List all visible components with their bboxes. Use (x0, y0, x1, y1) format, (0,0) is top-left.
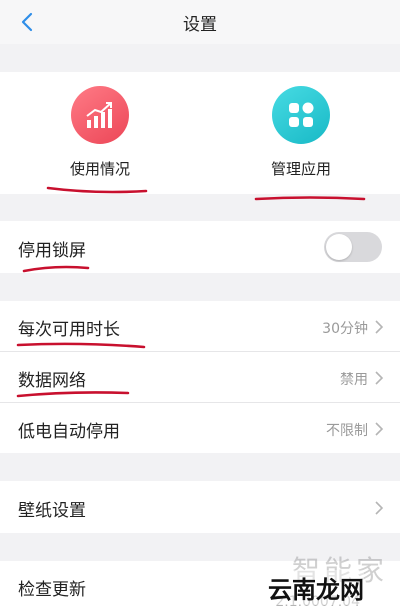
manage-apps-button[interactable]: 管理应用 (221, 86, 381, 186)
data-network-label: 数据网络 (18, 371, 86, 391)
daily-limit-row[interactable]: 每次可用时长 30分钟 (0, 301, 400, 351)
chart-icon (71, 86, 129, 144)
chevron-right-icon (375, 501, 384, 515)
page-title: 设置 (183, 15, 217, 35)
usage-label: 使用情况 (69, 160, 130, 178)
wallpaper-row[interactable]: 壁纸设置 (0, 481, 400, 533)
quick-actions-panel: 使用情况 管理应用 (0, 72, 400, 194)
low-battery-label: 低电自动停用 (18, 422, 120, 442)
disable-lock-toggle[interactable] (324, 232, 382, 262)
low-battery-row[interactable]: 低电自动停用 不限制 (0, 403, 400, 453)
disable-lock-label: 停用锁屏 (18, 241, 86, 261)
watermark-text: 云南龙网 (268, 570, 364, 605)
wallpaper-label: 壁纸设置 (18, 501, 86, 521)
check-update-label: 检查更新 (18, 580, 86, 600)
chevron-right-icon (375, 320, 384, 334)
disable-lock-row: 停用锁屏 (0, 221, 400, 273)
data-network-value: 禁用 (340, 372, 368, 388)
daily-limit-value: 30分钟 (322, 321, 368, 337)
usage-button[interactable]: 使用情况 (20, 86, 180, 186)
nav-bar: 设置 (0, 0, 400, 44)
toggle-knob (326, 234, 352, 260)
low-battery-value: 不限制 (326, 423, 368, 439)
data-network-row[interactable]: 数据网络 禁用 (0, 352, 400, 402)
chevron-right-icon (375, 371, 384, 385)
manage-apps-label: 管理应用 (270, 160, 331, 178)
daily-limit-label: 每次可用时长 (18, 320, 120, 340)
chevron-right-icon (375, 422, 384, 436)
apps-grid-icon (272, 86, 330, 144)
